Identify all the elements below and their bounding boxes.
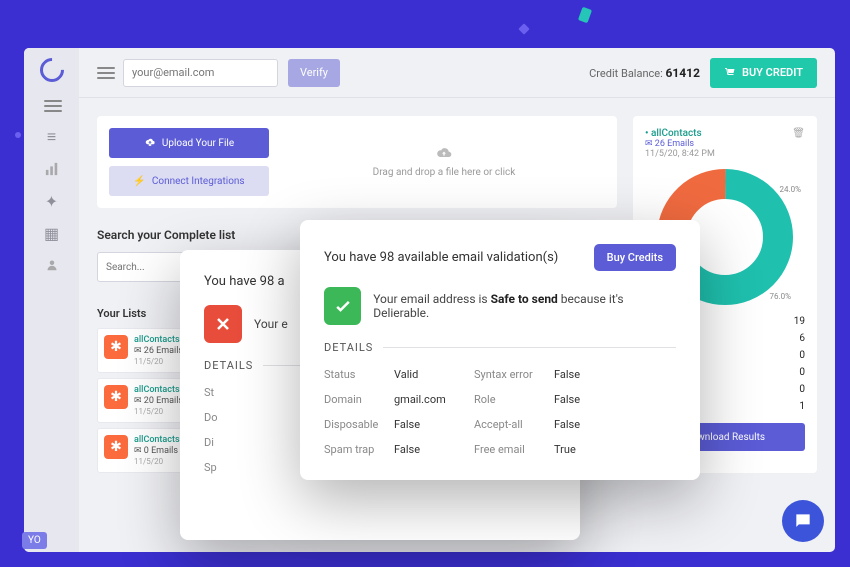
nav-list-icon[interactable]: ≡ (43, 130, 61, 144)
chart-label-invalid: 24.0% (780, 185, 801, 194)
hubspot-icon: ✱ (104, 385, 128, 409)
delete-icon[interactable]: 🗑 (792, 128, 805, 159)
email-input[interactable] (123, 59, 278, 87)
hubspot-icon: ✱ (104, 435, 128, 459)
status-text: Your e (254, 317, 288, 331)
status-text: Your email address is Safe to send becau… (373, 292, 676, 320)
details-label: DETAILS (324, 341, 676, 354)
buy-credits-button[interactable]: Buy Credits (594, 244, 676, 271)
logo-icon (35, 53, 69, 87)
details-grid: StatusValid Syntax errorFalse Domaingmai… (324, 368, 676, 456)
chat-button[interactable] (782, 500, 824, 542)
upload-file-button[interactable]: Upload Your File (109, 128, 269, 158)
hamburger-icon[interactable] (97, 67, 113, 79)
credit-balance: Credit Balance: 61412 (589, 66, 700, 80)
modal-headline: You have 98 available email validation(s… (324, 250, 558, 265)
cloud-upload-icon (144, 138, 156, 148)
verify-button[interactable]: Verify (288, 59, 340, 87)
cart-icon (724, 67, 736, 79)
your-lists-title: Your Lists (97, 307, 146, 320)
validation-modal-front: You have 98 available email validation(s… (300, 220, 700, 480)
topbar: Verify Credit Balance: 61412 BUY CREDIT (79, 48, 835, 98)
nav-calendar-icon[interactable]: ▦ (43, 226, 61, 240)
chat-icon (793, 511, 813, 531)
nav-settings-icon[interactable]: ✦ (43, 194, 61, 208)
cloud-icon (433, 147, 455, 163)
plug-icon: ⚡ (133, 176, 145, 187)
menu-toggle[interactable] (44, 100, 60, 112)
status-ok-icon (324, 287, 361, 325)
nav-chart-icon[interactable] (43, 162, 61, 176)
dropzone[interactable]: Drag and drop a file here or click (283, 128, 605, 196)
chart-label-deliverable: 76.0% (770, 292, 791, 301)
nav-user-icon[interactable] (43, 258, 61, 272)
status-bad-icon (204, 305, 242, 343)
yo-badge: YO (22, 532, 47, 549)
sidebar: ≡ ✦ ▦ (24, 48, 79, 552)
connect-integrations-button[interactable]: ⚡ Connect Integrations (109, 166, 269, 196)
hubspot-icon: ✱ (104, 335, 128, 359)
buy-credit-button[interactable]: BUY CREDIT (710, 58, 817, 88)
upload-card: Upload Your File ⚡ Connect Integrations … (97, 116, 617, 208)
